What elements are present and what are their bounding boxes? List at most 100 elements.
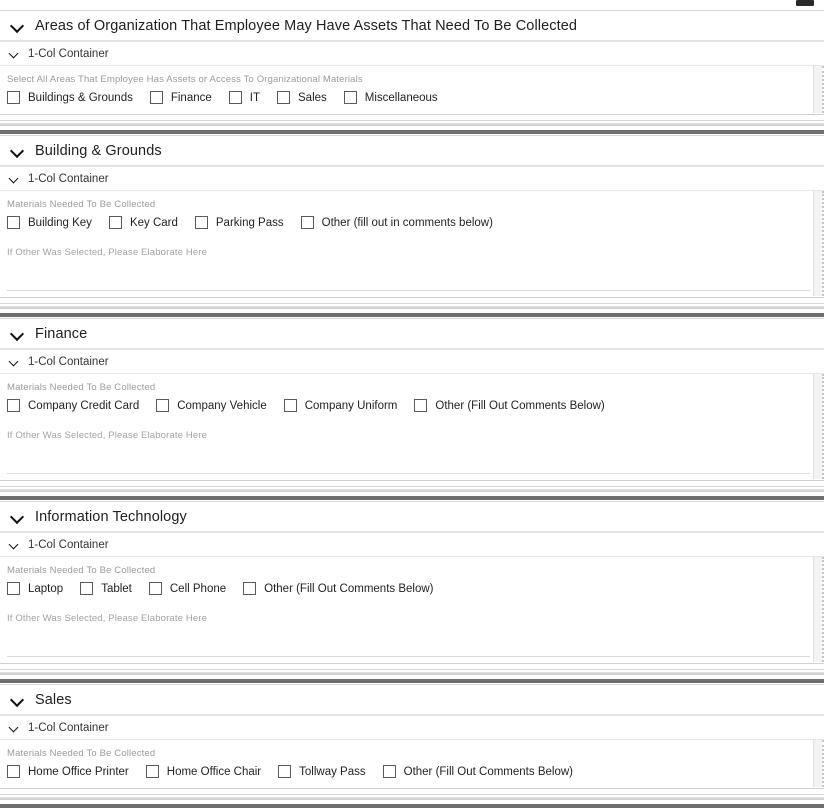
checkbox-unchecked-icon[interactable] [7,91,20,104]
container-header-sales[interactable]: 1-Col Container [0,716,824,740]
checkbox-item[interactable]: Sales [277,91,327,104]
checkbox-unchecked-icon[interactable] [145,765,159,778]
checkbox-unchecked-icon[interactable] [278,765,292,778]
section-panel-sales: Sales 1-Col Container Materials Needed To … [0,684,824,799]
textarea-input[interactable] [7,626,810,657]
panel-vertical-scrollbar[interactable] [813,740,822,787]
container-label: 1-Col Container [28,721,109,734]
section-panel-finance: Finance 1-Col Container Materials Needed T… [0,318,824,491]
textarea-input[interactable] [7,260,810,291]
form-canvas: Areas of Organization That Employee May … [0,10,824,808]
checkbox-item[interactable]: Tollway Pass [278,765,366,778]
container-header-areas-of-organization[interactable]: 1-Col Container [0,42,824,66]
checkbox-item[interactable]: Key Card [108,216,178,229]
checkbox-label: Miscellaneous [364,91,438,104]
checkbox-group-sales: Home Office Printer Home Office Chair Toll… [7,765,822,778]
checkbox-item[interactable]: Buildings & Grounds [7,91,133,104]
chevron-down-icon[interactable] [11,146,24,155]
checkbox-item[interactable]: Miscellaneous [343,91,438,104]
checkbox-label: Company Vehicle [177,399,267,412]
field-label: Materials Needed To Be Collected [7,382,156,393]
checkbox-item[interactable]: Company Uniform [283,399,397,412]
checkbox-unchecked-icon[interactable] [414,399,428,412]
checkbox-unchecked-icon[interactable] [277,91,290,104]
checkbox-unchecked-icon[interactable] [7,399,20,412]
container-finance: 1-Col Container Materials Needed To Be Co… [0,349,824,479]
checkbox-item[interactable]: Home Office Chair [145,765,261,778]
container-header-finance[interactable]: 1-Col Container [0,350,824,374]
checkbox-label: Home Office Printer [28,765,129,778]
section-title: Information Technology [35,508,187,525]
checkbox-unchecked-icon[interactable] [382,765,396,778]
checkbox-label: Laptop [28,582,64,595]
checkbox-unchecked-icon[interactable] [7,765,20,778]
checkbox-item[interactable]: Home Office Printer [7,765,129,778]
checkbox-item[interactable]: Building Key [7,216,92,229]
checkbox-unchecked-icon[interactable] [343,91,357,104]
checkbox-item[interactable]: IT [228,91,260,104]
checkbox-unchecked-icon[interactable] [149,91,163,104]
section-title: Areas of Organization That Employee May … [35,17,578,34]
checkbox-item[interactable]: Other (Fill Out Comments Below) [414,399,605,412]
chevron-down-icon[interactable] [11,21,24,30]
elaborate-textarea-building-and-grounds[interactable]: If Other Was Selected, Please Elaborate … [7,247,810,291]
section-header-information-technology[interactable]: Information Technology [0,502,824,532]
sections-list: Areas of Organization That Employee May … [0,10,824,808]
section-header-areas-of-organization[interactable]: Areas of Organization That Employee May … [0,11,824,41]
section-title: Finance [35,325,88,342]
chevron-down-icon[interactable] [9,724,20,732]
checkbox-unchecked-icon[interactable] [148,582,162,595]
panel-vertical-scrollbar[interactable] [813,557,822,662]
checkbox-item[interactable]: Laptop [7,582,63,595]
checkbox-item[interactable]: Other (Fill Out Comments Below) [382,765,573,778]
section-header-building-and-grounds[interactable]: Building & Grounds [0,136,824,166]
checkbox-item[interactable]: Tablet [80,582,132,595]
panel-footer-rule [0,114,824,121]
panel-vertical-scrollbar[interactable] [813,66,822,113]
content-area-sales: Materials Needed To Be Collected Home Off… [0,740,824,787]
chevron-down-icon[interactable] [11,512,24,521]
checkbox-unchecked-icon[interactable] [283,399,297,412]
container-header-information-technology[interactable]: 1-Col Container [0,533,824,557]
panel-vertical-scrollbar[interactable] [813,191,822,296]
checkbox-item[interactable]: Parking Pass [194,216,284,229]
checkbox-item[interactable]: Company Credit Card [7,399,139,412]
checkbox-unchecked-icon[interactable] [7,582,20,595]
section-header-sales[interactable]: Sales [0,685,824,715]
checkbox-unchecked-icon[interactable] [300,216,314,229]
checkbox-unchecked-icon[interactable] [7,216,20,229]
chevron-down-icon[interactable] [11,329,24,338]
section-separator [0,803,824,808]
checkbox-unchecked-icon[interactable] [108,216,122,229]
container-header-building-and-grounds[interactable]: 1-Col Container [0,167,824,191]
content-area-building-and-grounds: Materials Needed To Be Collected Building… [0,191,824,296]
chevron-down-icon[interactable] [9,175,20,183]
content-area-information-technology: Materials Needed To Be Collected Laptop Ta… [0,557,824,662]
checkbox-unchecked-icon[interactable] [243,582,257,595]
section-header-finance[interactable]: Finance [0,319,824,349]
checkbox-label: Company Credit Card [28,399,140,412]
checkbox-item[interactable]: Finance [149,91,212,104]
checkbox-item[interactable]: Company Vehicle [156,399,267,412]
checkbox-unchecked-icon[interactable] [228,91,242,104]
elaborate-textarea-finance[interactable]: If Other Was Selected, Please Elaborate … [7,430,810,474]
page-top-strip [0,0,824,10]
checkbox-unchecked-icon[interactable] [156,399,170,412]
chevron-down-icon[interactable] [9,541,20,549]
checkbox-unchecked-icon[interactable] [194,216,208,229]
chevron-down-icon[interactable] [11,695,24,704]
chevron-down-icon[interactable] [9,358,20,366]
panel-vertical-scrollbar[interactable] [813,374,822,479]
content-foot [7,474,822,479]
checkbox-item[interactable]: Other (Fill Out Comments Below) [243,582,434,595]
panel-footer-rule-2 [0,121,824,124]
textarea-input[interactable] [7,443,810,474]
chevron-down-icon[interactable] [9,50,20,58]
checkbox-unchecked-icon[interactable] [80,582,94,595]
elaborate-textarea-information-technology[interactable]: If Other Was Selected, Please Elaborate … [7,613,810,657]
field-label: Materials Needed To Be Collected [7,748,156,759]
checkbox-item[interactable]: Cell Phone [148,582,226,595]
page-vertical-scrollbar-thumb[interactable] [796,0,814,6]
checkbox-item[interactable]: Other (fill out in comments below) [300,216,493,229]
section-title: Building & Grounds [35,142,162,159]
